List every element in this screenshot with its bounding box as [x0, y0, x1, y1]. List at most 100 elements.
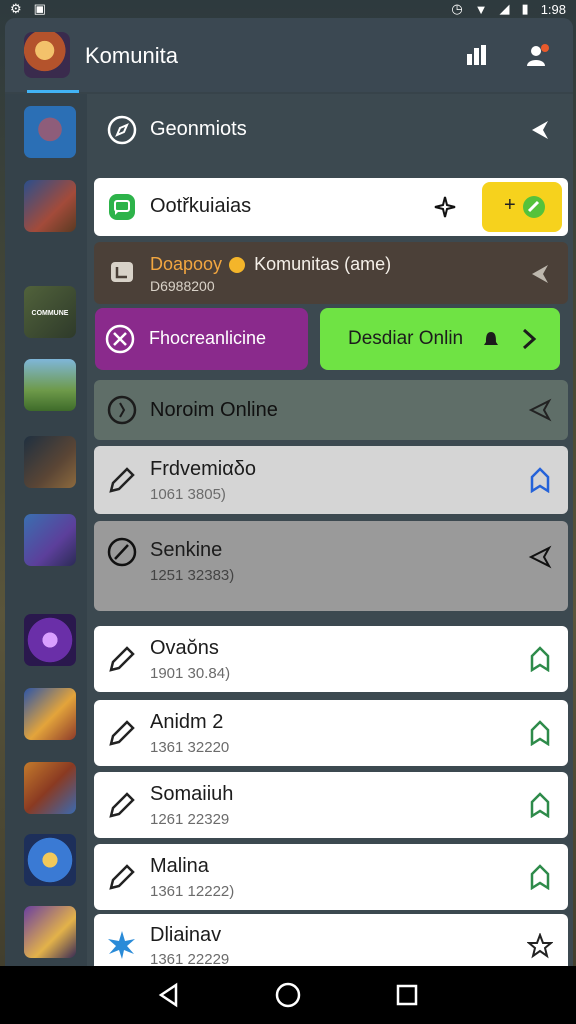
- bell-icon: [482, 330, 500, 350]
- list-item-title: Senkine: [150, 539, 223, 561]
- highlight-title: Ootřkuiaias: [150, 195, 252, 217]
- game-card-icon: [106, 256, 138, 288]
- star-icon[interactable]: [526, 932, 554, 960]
- list-item-subtitle: 1061 3805): [150, 486, 226, 503]
- list-item-title: Dliainav: [150, 924, 222, 946]
- back-triangle-icon: [159, 982, 178, 1008]
- recents-button[interactable]: [393, 981, 421, 1009]
- system-nav-bar: [0, 966, 576, 1024]
- game-thumb-icon: [24, 180, 76, 232]
- game-row-title-accent: Doapooy: [150, 254, 223, 274]
- bookmark-icon[interactable]: [526, 466, 554, 494]
- community-panel: Komunita COMMUNE Geonmiots Ootřkuiaias +…: [5, 18, 573, 966]
- sidebar-game-4[interactable]: [24, 359, 76, 411]
- list-item-subtitle: 1261 22329: [150, 811, 230, 828]
- pin-icon[interactable]: [526, 396, 554, 424]
- notification-status-icon: ▣: [33, 1, 46, 16]
- section-title: Geonmiots: [150, 118, 247, 140]
- recents-square-icon: [396, 984, 417, 1006]
- list-item-subtitle: 1251 32383): [150, 567, 235, 584]
- emoji-icon: [227, 256, 249, 274]
- list-item-subtitle: 1361 12222): [150, 883, 235, 900]
- active-tab-indicator: [27, 90, 79, 93]
- online-row-title: Noroim Online: [150, 399, 278, 421]
- game-thumb-icon: [24, 688, 76, 740]
- sidebar-game-11[interactable]: [24, 906, 76, 958]
- game-thumb-icon: [24, 762, 76, 814]
- list-item[interactable]: Malina 1361 12222): [94, 844, 568, 910]
- leaderboard-icon[interactable]: [464, 42, 490, 68]
- list-item[interactable]: Frdvemiαδo 1061 3805): [94, 446, 568, 514]
- status-bar: ⚙ ▣ ◷ ▼ ◢ ▮ 1:98: [0, 0, 576, 18]
- game-thumb-icon: [24, 106, 76, 158]
- list-item[interactable]: Senkine 1251 32383): [94, 521, 568, 611]
- list-item[interactable]: Anidm 2 1361 32220: [94, 700, 568, 766]
- status-time: 1:98: [540, 1, 566, 17]
- sidebar-game-6[interactable]: [24, 514, 76, 566]
- battery-status-icon: ▮: [521, 1, 529, 16]
- compass-icon: [106, 114, 138, 146]
- purple-button-label: Fhocreanlicine: [149, 328, 267, 348]
- pen-icon: [106, 717, 138, 749]
- list-item[interactable]: Somaiiuh 1261 22329: [94, 772, 568, 838]
- bookmark-icon[interactable]: [526, 719, 554, 747]
- green-button-label: Desdiar Onlin: [348, 328, 464, 349]
- bookmark-icon[interactable]: [526, 791, 554, 819]
- pin-icon[interactable]: [526, 116, 554, 144]
- section-header[interactable]: Geonmiots: [94, 100, 568, 160]
- list-item-title: Malina: [150, 855, 209, 877]
- page-title: Komunita: [85, 43, 178, 68]
- pen-icon: [106, 789, 138, 821]
- reward-badge[interactable]: +: [482, 182, 562, 232]
- bookmark-icon[interactable]: [526, 645, 554, 673]
- reward-badge-label: +: [504, 194, 516, 216]
- game-row-subtitle: D6988200: [150, 278, 215, 294]
- list-item[interactable]: Ovaŏns 1901 30.84): [94, 626, 568, 692]
- spark-icon: [434, 196, 456, 218]
- game-thumb-icon: [24, 834, 76, 886]
- game-thumb-icon: [24, 514, 76, 566]
- game-row-title: Doapooy Komunitas (ame): [150, 254, 391, 275]
- list-item-subtitle: 1361 22229: [150, 951, 230, 966]
- home-button[interactable]: [274, 981, 302, 1009]
- pen-icon: [106, 861, 138, 893]
- list-item[interactable]: Dliainav 1361 22229: [94, 914, 568, 966]
- sidebar-game-1[interactable]: [24, 106, 76, 158]
- sidebar-game-5[interactable]: [24, 436, 76, 488]
- pen-icon: [106, 643, 138, 675]
- chat-icon: [106, 191, 138, 223]
- online-row[interactable]: Noroim Online: [94, 380, 568, 440]
- signal-status-icon: ◢: [499, 1, 510, 16]
- game-sidebar: COMMUNE: [5, 94, 87, 966]
- sidebar-game-8[interactable]: [24, 688, 76, 740]
- profile-icon[interactable]: [525, 42, 551, 68]
- sidebar-game-2[interactable]: [24, 180, 76, 232]
- green-download-button[interactable]: Desdiar Onlin: [320, 308, 560, 370]
- bookmark-icon[interactable]: [526, 863, 554, 891]
- app-header: Komunita: [5, 18, 573, 92]
- list-item-title: Anidm 2: [150, 711, 224, 733]
- game-row[interactable]: Doapooy Komunitas (ame) D6988200: [94, 242, 568, 304]
- game-thumb-icon: [24, 614, 76, 666]
- highlight-row[interactable]: Ootřkuiaias +: [94, 178, 568, 236]
- alarm-status-icon: ◷: [451, 1, 463, 16]
- chevron-right-icon: [522, 328, 537, 350]
- sidebar-game-3[interactable]: COMMUNE: [24, 286, 76, 338]
- purple-action-button[interactable]: Fhocreanlicine: [95, 308, 308, 370]
- chat-bubble-icon: [106, 537, 138, 569]
- settings-status-icon: ⚙: [10, 1, 22, 16]
- community-content: Geonmiots Ootřkuiaias + Doapooy Komunita…: [87, 94, 573, 966]
- app-logo[interactable]: [24, 32, 70, 78]
- game-thumb-icon: [24, 359, 76, 411]
- pin-icon[interactable]: [526, 260, 554, 288]
- pin-icon[interactable]: [526, 543, 554, 571]
- tools-icon: [105, 324, 135, 354]
- list-item-title: Somaiiuh: [150, 783, 234, 805]
- sidebar-game-9[interactable]: [24, 762, 76, 814]
- sidebar-game-7[interactable]: [24, 614, 76, 666]
- back-button[interactable]: [155, 981, 183, 1009]
- list-item-title: Ovaŏns: [150, 637, 219, 659]
- sidebar-game-10[interactable]: [24, 834, 76, 886]
- game-thumb-icon: [24, 436, 76, 488]
- home-circle-icon: [275, 982, 301, 1008]
